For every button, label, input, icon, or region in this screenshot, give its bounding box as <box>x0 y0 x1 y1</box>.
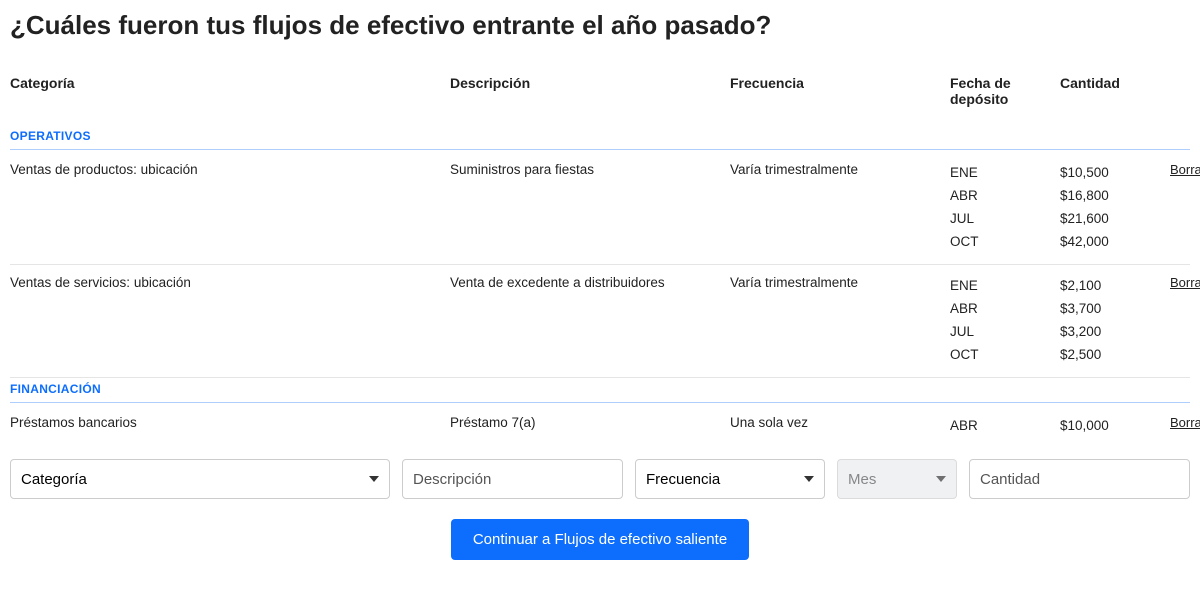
group-divider <box>10 402 1190 403</box>
table-row: Ventas de servicios: ubicaciónVenta de e… <box>10 265 1190 378</box>
cell-deposit-dates: ABR <box>950 415 1060 438</box>
cell-frequency: Varía trimestralmente <box>730 275 950 290</box>
cell-amounts: $10,500$16,800$21,600$42,000 <box>1060 162 1170 254</box>
cell-frequency: Varía trimestralmente <box>730 162 950 177</box>
row-actions: BorrarEditar <box>1170 275 1200 290</box>
continue-button[interactable]: Continuar a Flujos de efectivo saliente <box>451 519 749 560</box>
row-actions: BorrarEditar <box>1170 162 1200 177</box>
deposit-month: ABR <box>950 415 1060 438</box>
cell-amount-actions: $10,000BorrarEditar <box>1060 415 1200 438</box>
col-header-deposit-date: Fecha de depósito <box>950 75 1060 107</box>
deposit-amount: $2,500 <box>1060 344 1170 367</box>
frequency-select[interactable]: Frecuencia <box>635 459 825 499</box>
cell-frequency: Una sola vez <box>730 415 950 430</box>
new-entry-form: Categoría Frecuencia Mes Agregar <box>10 459 1190 499</box>
deposit-month: ENE <box>950 162 1060 185</box>
cashflow-table: Categoría Descripción Frecuencia Fecha d… <box>10 69 1190 447</box>
cell-description: Préstamo 7(a) <box>450 415 730 430</box>
col-header-description: Descripción <box>450 75 730 107</box>
cell-amounts: $2,100$3,700$3,200$2,500 <box>1060 275 1170 367</box>
col-header-amount: Cantidad <box>1060 75 1180 107</box>
table-row: Préstamos bancariosPréstamo 7(a)Una sola… <box>10 405 1190 448</box>
group-header: OPERATIVOS <box>10 125 1190 149</box>
month-select[interactable]: Mes <box>837 459 957 499</box>
cell-description: Suministros para fiestas <box>450 162 730 177</box>
cell-description: Venta de excedente a distribuidores <box>450 275 730 290</box>
deposit-month: JUL <box>950 321 1060 344</box>
deposit-amount: $10,000 <box>1060 415 1170 438</box>
row-actions: BorrarEditar <box>1170 415 1200 430</box>
delete-label: Borrar <box>1170 415 1200 430</box>
category-select[interactable]: Categoría <box>10 459 390 499</box>
deposit-month: OCT <box>950 231 1060 254</box>
cell-deposit-dates: ENEABRJULOCT <box>950 275 1060 367</box>
cell-amount-actions: $2,100$3,700$3,200$2,500BorrarEditar <box>1060 275 1200 367</box>
cell-category: Préstamos bancarios <box>10 415 450 430</box>
deposit-amount: $21,600 <box>1060 208 1170 231</box>
group-header: FINANCIACIÓN <box>10 378 1190 402</box>
deposit-amount: $3,200 <box>1060 321 1170 344</box>
deposit-month: OCT <box>950 344 1060 367</box>
deposit-amount: $3,700 <box>1060 298 1170 321</box>
deposit-month: JUL <box>950 208 1060 231</box>
delete-label: Borrar <box>1170 275 1200 290</box>
cell-deposit-dates: ENEABRJULOCT <box>950 162 1060 254</box>
deposit-month: ABR <box>950 298 1060 321</box>
page-title: ¿Cuáles fueron tus flujos de efectivo en… <box>10 10 1190 41</box>
cell-category: Ventas de productos: ubicación <box>10 162 450 177</box>
cell-amount-actions: $10,500$16,800$21,600$42,000BorrarEditar <box>1060 162 1200 254</box>
description-input[interactable] <box>402 459 623 499</box>
deposit-month: ENE <box>950 275 1060 298</box>
delete-link[interactable]: Borrar <box>1170 275 1200 290</box>
group-divider <box>10 149 1190 150</box>
delete-link[interactable]: Borrar <box>1170 415 1200 430</box>
deposit-amount: $42,000 <box>1060 231 1170 254</box>
table-row: Ventas de productos: ubicaciónSuministro… <box>10 152 1190 265</box>
cell-category: Ventas de servicios: ubicación <box>10 275 450 290</box>
delete-label: Borrar <box>1170 162 1200 177</box>
cell-amounts: $10,000 <box>1060 415 1170 438</box>
table-header-row: Categoría Descripción Frecuencia Fecha d… <box>10 69 1190 125</box>
deposit-month: ABR <box>950 185 1060 208</box>
delete-link[interactable]: Borrar <box>1170 162 1200 177</box>
amount-input[interactable] <box>969 459 1190 499</box>
col-header-category: Categoría <box>10 75 450 107</box>
deposit-amount: $2,100 <box>1060 275 1170 298</box>
deposit-amount: $10,500 <box>1060 162 1170 185</box>
col-header-frequency: Frecuencia <box>730 75 950 107</box>
deposit-amount: $16,800 <box>1060 185 1170 208</box>
